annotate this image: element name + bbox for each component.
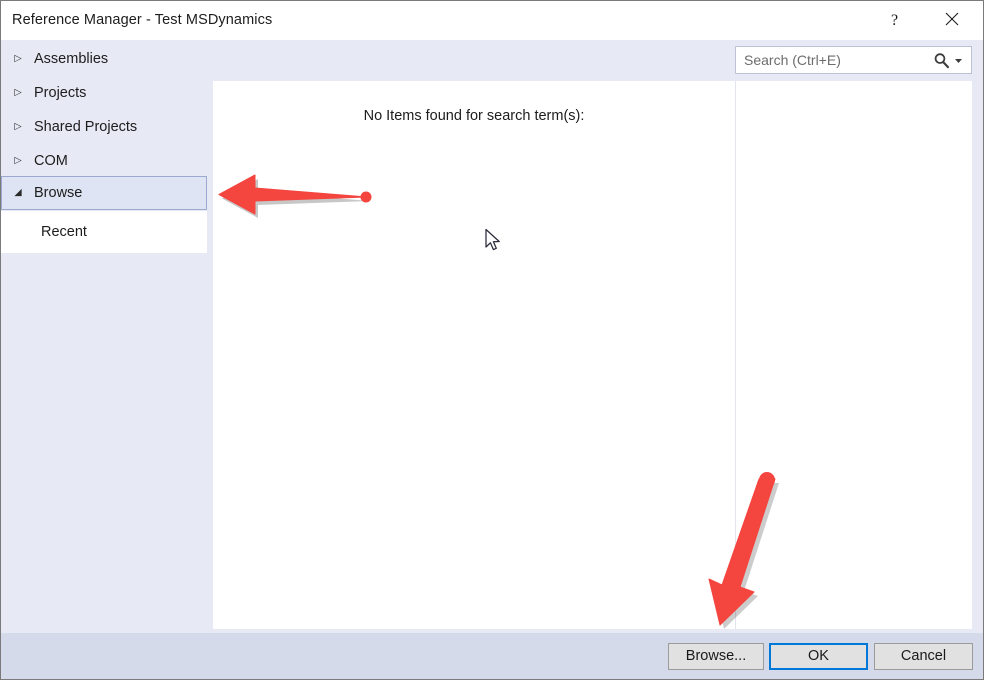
ok-button[interactable]: OK [769,643,868,670]
chevron-right-icon[interactable]: ▷ [10,122,26,132]
chevron-down-icon[interactable] [952,56,971,65]
window-title: Reference Manager - Test MSDynamics [12,12,273,28]
sidebar-item-com[interactable]: ▷ COM [1,144,207,178]
help-button[interactable]: ? [872,1,917,40]
search-icon[interactable] [931,52,952,69]
search-box[interactable] [735,46,972,74]
sidebar-nav-list: ▷ Assemblies ▷ Projects ▷ Shared Project… [1,42,207,178]
title-bar: Reference Manager - Test MSDynamics ? [1,1,983,40]
search-input[interactable] [736,47,931,73]
sidebar-item-label: Projects [34,85,87,101]
chevron-down-icon[interactable]: ◢ [10,188,26,198]
sidebar-item-assemblies[interactable]: ▷ Assemblies [1,42,207,76]
browse-button[interactable]: Browse... [668,643,764,670]
close-button[interactable] [929,1,974,40]
sidebar-subitem-label: Recent [41,224,87,240]
dialog-footer: Browse... OK Cancel [1,633,983,679]
question-mark-icon: ? [890,11,899,29]
sidebar-item-projects[interactable]: ▷ Projects [1,76,207,110]
sidebar-item-label: Browse [34,185,83,201]
detail-pane [736,81,972,629]
sidebar-item-shared-projects[interactable]: ▷ Shared Projects [1,110,207,144]
close-icon [945,12,959,29]
sidebar-item-label: Shared Projects [34,119,138,135]
chevron-right-icon[interactable]: ▷ [10,156,26,166]
chevron-right-icon[interactable]: ▷ [10,54,26,64]
sidebar: ▷ Assemblies ▷ Projects ▷ Shared Project… [1,40,207,633]
content-panel: No Items found for search term(s): [213,81,972,629]
sidebar-item-label: Assemblies [34,51,109,67]
sidebar-item-browse[interactable]: ◢ Browse [1,176,207,210]
cancel-button[interactable]: Cancel [874,643,973,670]
sidebar-sub-list: Recent [1,211,207,253]
sidebar-item-browse-wrapper: ◢ Browse [1,176,207,210]
empty-results-message: No Items found for search term(s): [363,108,585,124]
chevron-right-icon[interactable]: ▷ [10,88,26,98]
reference-manager-dialog: Reference Manager - Test MSDynamics ? Se… [0,0,984,680]
sidebar-item-label: COM [34,153,68,169]
sidebar-item-recent[interactable]: Recent [1,211,207,253]
